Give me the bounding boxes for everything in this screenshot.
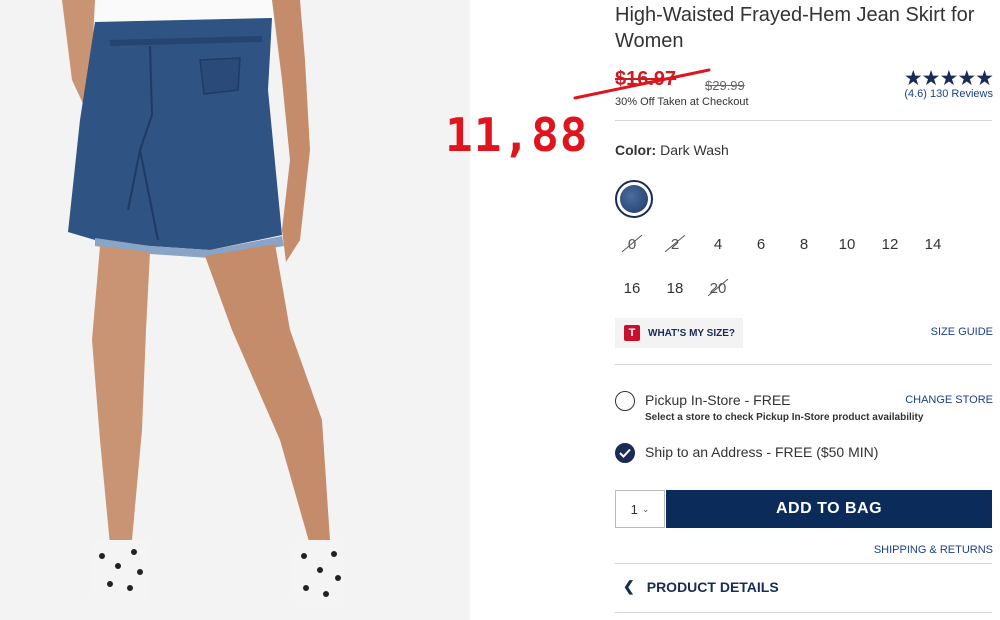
promo-note: 30% Off Taken at Checkout [615, 96, 749, 108]
size-option[interactable]: 16 [615, 274, 649, 302]
size-option[interactable]: 20 [701, 274, 735, 302]
product-details-toggle[interactable]: ❮ PRODUCT DETAILS [623, 578, 779, 595]
divider [615, 612, 992, 613]
change-store-link[interactable]: CHANGE STORE [905, 394, 993, 406]
size-guide-link[interactable]: SIZE GUIDE [931, 326, 993, 338]
quantity-value: 1 [630, 501, 638, 517]
whats-my-size-label: WHAT'S MY SIZE? [648, 327, 736, 339]
ship-radio[interactable] [615, 443, 635, 463]
color-label-key: Color: [615, 142, 657, 158]
add-to-bag-button[interactable]: ADD TO BAG [666, 490, 992, 528]
quantity-select[interactable]: 1 ⌄ [615, 490, 665, 528]
divider [615, 120, 992, 121]
product-info-panel: High-Waisted Frayed-Hem Jean Skirt for W… [573, 0, 994, 620]
product-photo-illustration [0, 0, 470, 620]
pickup-label: Pickup In-Store - FREE [645, 392, 791, 408]
check-icon [619, 448, 631, 458]
product-title: High-Waisted Frayed-Hem Jean Skirt for W… [615, 4, 975, 52]
pickup-subtext: Select a store to check Pickup In-Store … [645, 412, 924, 423]
sale-price: $16.97 [615, 68, 677, 90]
size-option[interactable]: 0 [615, 230, 649, 258]
original-price: $29.99 [705, 78, 745, 93]
size-option[interactable]: 2 [658, 230, 692, 258]
swatch-fill [620, 185, 648, 213]
ship-label: Ship to an Address - FREE ($50 MIN) [645, 444, 879, 460]
chevron-down-icon: ⌄ [641, 503, 650, 514]
reviews-link[interactable]: (4.6) 130 Reviews [904, 88, 993, 100]
color-swatch-dark-wash[interactable] [615, 180, 653, 218]
size-option[interactable]: 8 [787, 230, 821, 258]
size-option[interactable]: 12 [873, 230, 907, 258]
pickup-radio[interactable] [615, 391, 635, 411]
size-option[interactable]: 6 [744, 230, 778, 258]
divider [615, 364, 992, 365]
shipping-returns-link[interactable]: SHIPPING & RETURNS [874, 544, 993, 556]
color-value: Dark Wash [660, 142, 729, 158]
product-image[interactable] [0, 0, 470, 620]
true-fit-logo-icon: T [624, 325, 640, 341]
size-option[interactable]: 18 [658, 274, 692, 302]
size-option[interactable]: 10 [830, 230, 864, 258]
chevron-left-icon: ❮ [623, 578, 635, 594]
size-option[interactable]: 14 [916, 230, 950, 258]
product-details-label: PRODUCT DETAILS [646, 578, 779, 595]
handwritten-price-annotation: 11,88 [445, 108, 589, 162]
whats-my-size-button[interactable]: T WHAT'S MY SIZE? [615, 318, 743, 348]
divider [615, 563, 992, 564]
color-label: Color: Dark Wash [615, 142, 729, 158]
size-option[interactable]: 4 [701, 230, 735, 258]
